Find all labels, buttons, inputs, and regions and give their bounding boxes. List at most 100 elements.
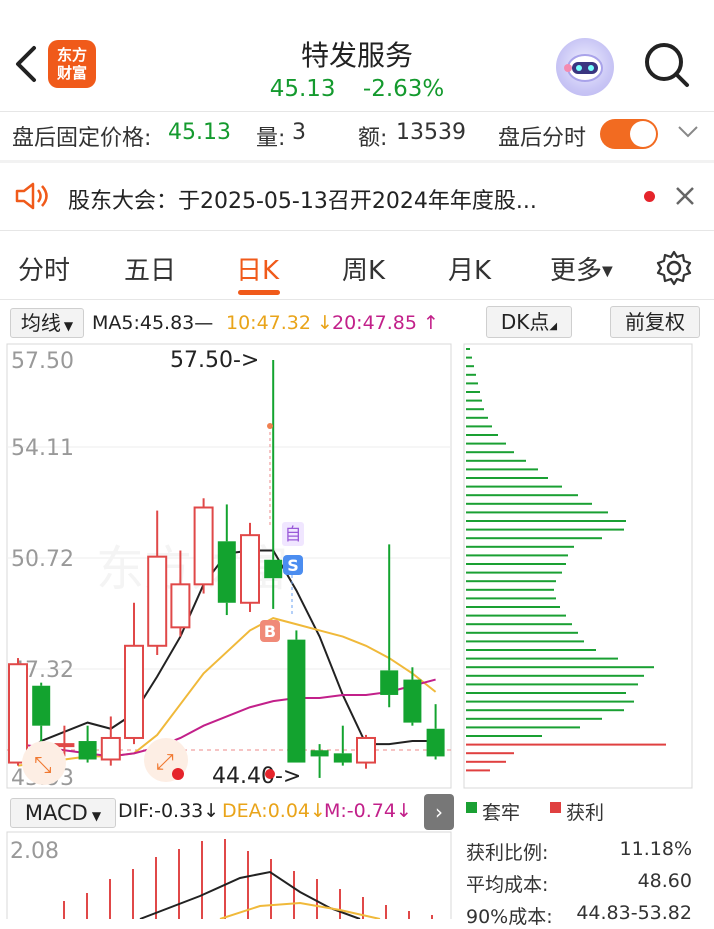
search-icon — [645, 43, 689, 87]
low-annotation: 44.40-> — [212, 764, 301, 789]
hold-chip-bar — [466, 442, 506, 445]
robot-icon — [564, 54, 603, 82]
settings-gear-icon[interactable] — [656, 250, 692, 286]
dea-value: DEA:0.04↓ — [222, 800, 326, 822]
tab-monthly-k[interactable]: 月K — [448, 250, 491, 287]
unread-dot — [644, 191, 655, 202]
kline-chart[interactable]: 东方财富 57.5054.1150.7247.3243.93 57.50-> 4… — [0, 340, 460, 790]
hold-chip-bar — [466, 726, 580, 729]
hold-chip-bar — [466, 408, 484, 411]
hold-chip-bar — [466, 709, 624, 712]
shrink-arrow-icon: ⤢ — [156, 750, 174, 775]
indicator-select[interactable]: 均线 ▼ — [10, 308, 84, 338]
candle-body — [240, 534, 260, 604]
candle-body — [287, 639, 306, 763]
search-button[interactable] — [642, 40, 692, 90]
profit-swatch — [550, 802, 561, 813]
hold-chip-bar — [466, 365, 474, 368]
profit-ratio-value: 11.18% — [619, 838, 692, 860]
hold-chip-bar — [466, 511, 608, 514]
status-bar — [0, 0, 714, 8]
indicator-select-label: 均线 — [20, 311, 61, 335]
hold-chip-bar — [466, 545, 574, 548]
macd-chart[interactable]: 2.08 — [0, 830, 460, 919]
candle-body — [124, 644, 144, 739]
hold-chip-bar — [466, 597, 556, 600]
corner-triangle-icon: ◢ — [549, 321, 558, 332]
tab-weekly-k[interactable]: 周K — [342, 250, 385, 287]
tab-daily-k[interactable]: 日K — [236, 250, 279, 287]
profit-ratio-row: 获利比例: 11.18% — [466, 838, 692, 865]
notice-bar[interactable]: 股东大会：于2025-05-13召开2024年年度股... — [0, 163, 714, 227]
tab-more-label: 更多 — [550, 256, 603, 286]
candle-body — [8, 663, 28, 764]
tab-more[interactable]: 更多▼ — [550, 250, 613, 287]
macd-select[interactable]: MACD ▼ — [10, 798, 116, 828]
hold-chip-bar — [466, 554, 568, 557]
hold-chip-bar — [466, 520, 626, 522]
change-percent: -2.63% — [362, 76, 445, 102]
hold-chip-bar — [466, 399, 482, 402]
profit-legend: 获利 — [566, 802, 605, 824]
hold-chip-bar — [466, 692, 626, 694]
amount-value: 13539 — [396, 120, 466, 145]
hold-chip-bar — [466, 606, 560, 608]
hold-chip-bar — [466, 717, 602, 720]
period-tabs: 分时 五日 日K 周K 月K 更多▼ — [0, 236, 714, 298]
adjust-button[interactable]: 前复权 — [610, 306, 700, 338]
hold-chip-bar — [466, 666, 654, 669]
macd-bar: MACD ▼ DIF:-0.33↓ DEA:0.04↓ M:-0.74↓ › — [0, 792, 460, 832]
hold-chip-bar — [466, 700, 634, 703]
hold-chip-bar — [466, 425, 492, 428]
profit-chip-bar — [466, 760, 506, 763]
triangle-down-icon: ▼ — [91, 809, 102, 823]
avg-cost-value: 48.60 — [637, 870, 692, 892]
expand-arrow-icon: ⤡ — [34, 753, 52, 778]
candle-body — [264, 559, 283, 579]
expand-panel-button[interactable]: › — [424, 794, 454, 830]
active-tab-indicator — [238, 290, 280, 295]
hold-chip-bar — [466, 571, 562, 574]
hold-chip-bar — [466, 373, 476, 376]
hold-chip-bar — [466, 494, 578, 497]
hold-chip-bar — [466, 735, 542, 737]
cost90-label: 90%成本: — [466, 906, 553, 928]
candle-body — [193, 506, 214, 586]
macd-y-top: 2.08 — [10, 839, 59, 864]
timeshare-toggle[interactable] — [600, 119, 658, 149]
candle-body — [147, 555, 168, 647]
tab-five-day[interactable]: 五日 — [124, 250, 176, 287]
tab-timeshare[interactable]: 分时 — [18, 250, 70, 287]
y-tick-label: 57.50 — [11, 349, 74, 374]
triangle-down-icon: ▼ — [602, 263, 613, 280]
dk-dot — [267, 423, 273, 429]
chip-distribution-chart — [463, 343, 693, 789]
assistant-avatar[interactable] — [556, 38, 614, 96]
cost90-value: 44.83-53.82 — [576, 902, 692, 924]
hold-chip-bar — [466, 563, 566, 565]
hold-swatch — [466, 802, 477, 813]
hold-chip-bar — [466, 649, 596, 651]
candle-body — [426, 728, 445, 757]
close-icon[interactable] — [674, 185, 696, 207]
hold-chip-bar — [466, 485, 562, 488]
ma5-value: MA5:45.83— — [92, 312, 214, 334]
hold-chip-bar — [466, 674, 644, 677]
dk-point-button[interactable]: DK点◢ — [486, 306, 572, 338]
cost90-row: 90%成本: 44.83-53.82 — [466, 902, 692, 929]
hold-chip-bar — [466, 356, 472, 359]
macd-select-label: MACD — [24, 801, 88, 825]
candle-body — [78, 741, 97, 760]
fixed-price-label: 盘后固定价格: — [12, 126, 152, 151]
profit-chip-bar — [466, 743, 666, 746]
hold-chip-bar — [466, 683, 638, 686]
fixed-price-value: 45.13 — [168, 120, 231, 145]
amount-label: 额: — [358, 126, 388, 151]
expand-button[interactable] — [676, 122, 700, 146]
buy-marker-label: B — [264, 622, 276, 641]
hold-chip-bar — [466, 580, 556, 583]
hold-chip-bar — [466, 614, 566, 617]
auto-marker-label: 自 — [285, 525, 302, 545]
divider — [0, 230, 714, 231]
hold-chip-bar — [466, 588, 554, 591]
